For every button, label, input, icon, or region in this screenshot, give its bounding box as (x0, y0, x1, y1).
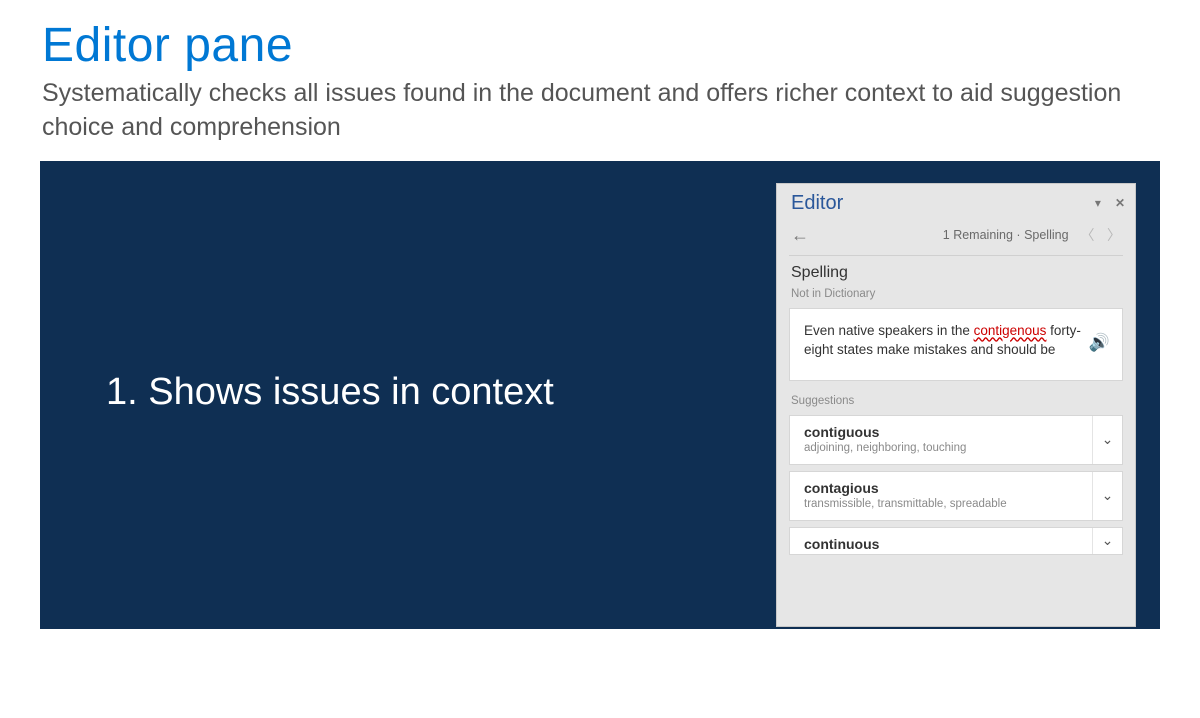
pane-nav: ← 1 Remaining · Spelling 〈 〉 (777, 219, 1135, 255)
prev-issue-icon[interactable]: 〈 (1077, 225, 1099, 245)
slide-description: Systematically checks all issues found i… (42, 77, 1140, 145)
suggestion-item[interactable]: contiguous adjoining, neighboring, touch… (789, 415, 1123, 465)
issue-category: Not in Dictionary (791, 288, 1121, 300)
suggestion-list: contiguous adjoining, neighboring, touch… (789, 415, 1123, 555)
suggestion-item[interactable]: contagious transmissible, transmittable,… (789, 471, 1123, 521)
speaker-icon[interactable]: 🔊 (1089, 331, 1110, 356)
context-card: Even native speakers in the contigenous … (789, 308, 1123, 381)
chevron-down-icon[interactable]: ⌄ (1092, 528, 1122, 554)
pane-title: Editor (791, 192, 843, 215)
suggestion-word: continuous (804, 536, 1110, 552)
suggestions-label: Suggestions (791, 395, 1121, 407)
suggestion-word: contagious (804, 480, 1110, 496)
bullet-line: 1. Shows issues in context (106, 371, 554, 414)
content-block: 1. Shows issues in context Editor ▾ ✕ ← … (40, 161, 1160, 629)
chevron-down-icon[interactable]: ⌄ (1092, 472, 1122, 520)
suggestion-synonyms: transmissible, transmittable, spreadable (804, 498, 1110, 510)
close-icon[interactable]: ✕ (1115, 196, 1125, 210)
section-title: Spelling (791, 264, 1121, 282)
suggestion-item[interactable]: continuous ⌄ (789, 527, 1123, 555)
suggestion-word: contiguous (804, 424, 1110, 440)
pane-header: Editor ▾ ✕ (777, 184, 1135, 219)
next-issue-icon[interactable]: 〉 (1103, 225, 1125, 245)
chevron-down-icon[interactable]: ⌄ (1092, 416, 1122, 464)
divider (789, 255, 1123, 256)
back-icon[interactable]: ← (791, 226, 809, 244)
remaining-label: 1 Remaining · Spelling (943, 228, 1069, 242)
suggestion-synonyms: adjoining, neighboring, touching (804, 442, 1110, 454)
slide-title: Editor pane (42, 18, 1200, 73)
pane-options-icon[interactable]: ▾ (1095, 196, 1101, 210)
flagged-word: contigenous (974, 323, 1047, 338)
context-text-pre: Even native speakers in the (804, 323, 974, 338)
editor-pane: Editor ▾ ✕ ← 1 Remaining · Spelling 〈 〉 … (776, 183, 1136, 627)
